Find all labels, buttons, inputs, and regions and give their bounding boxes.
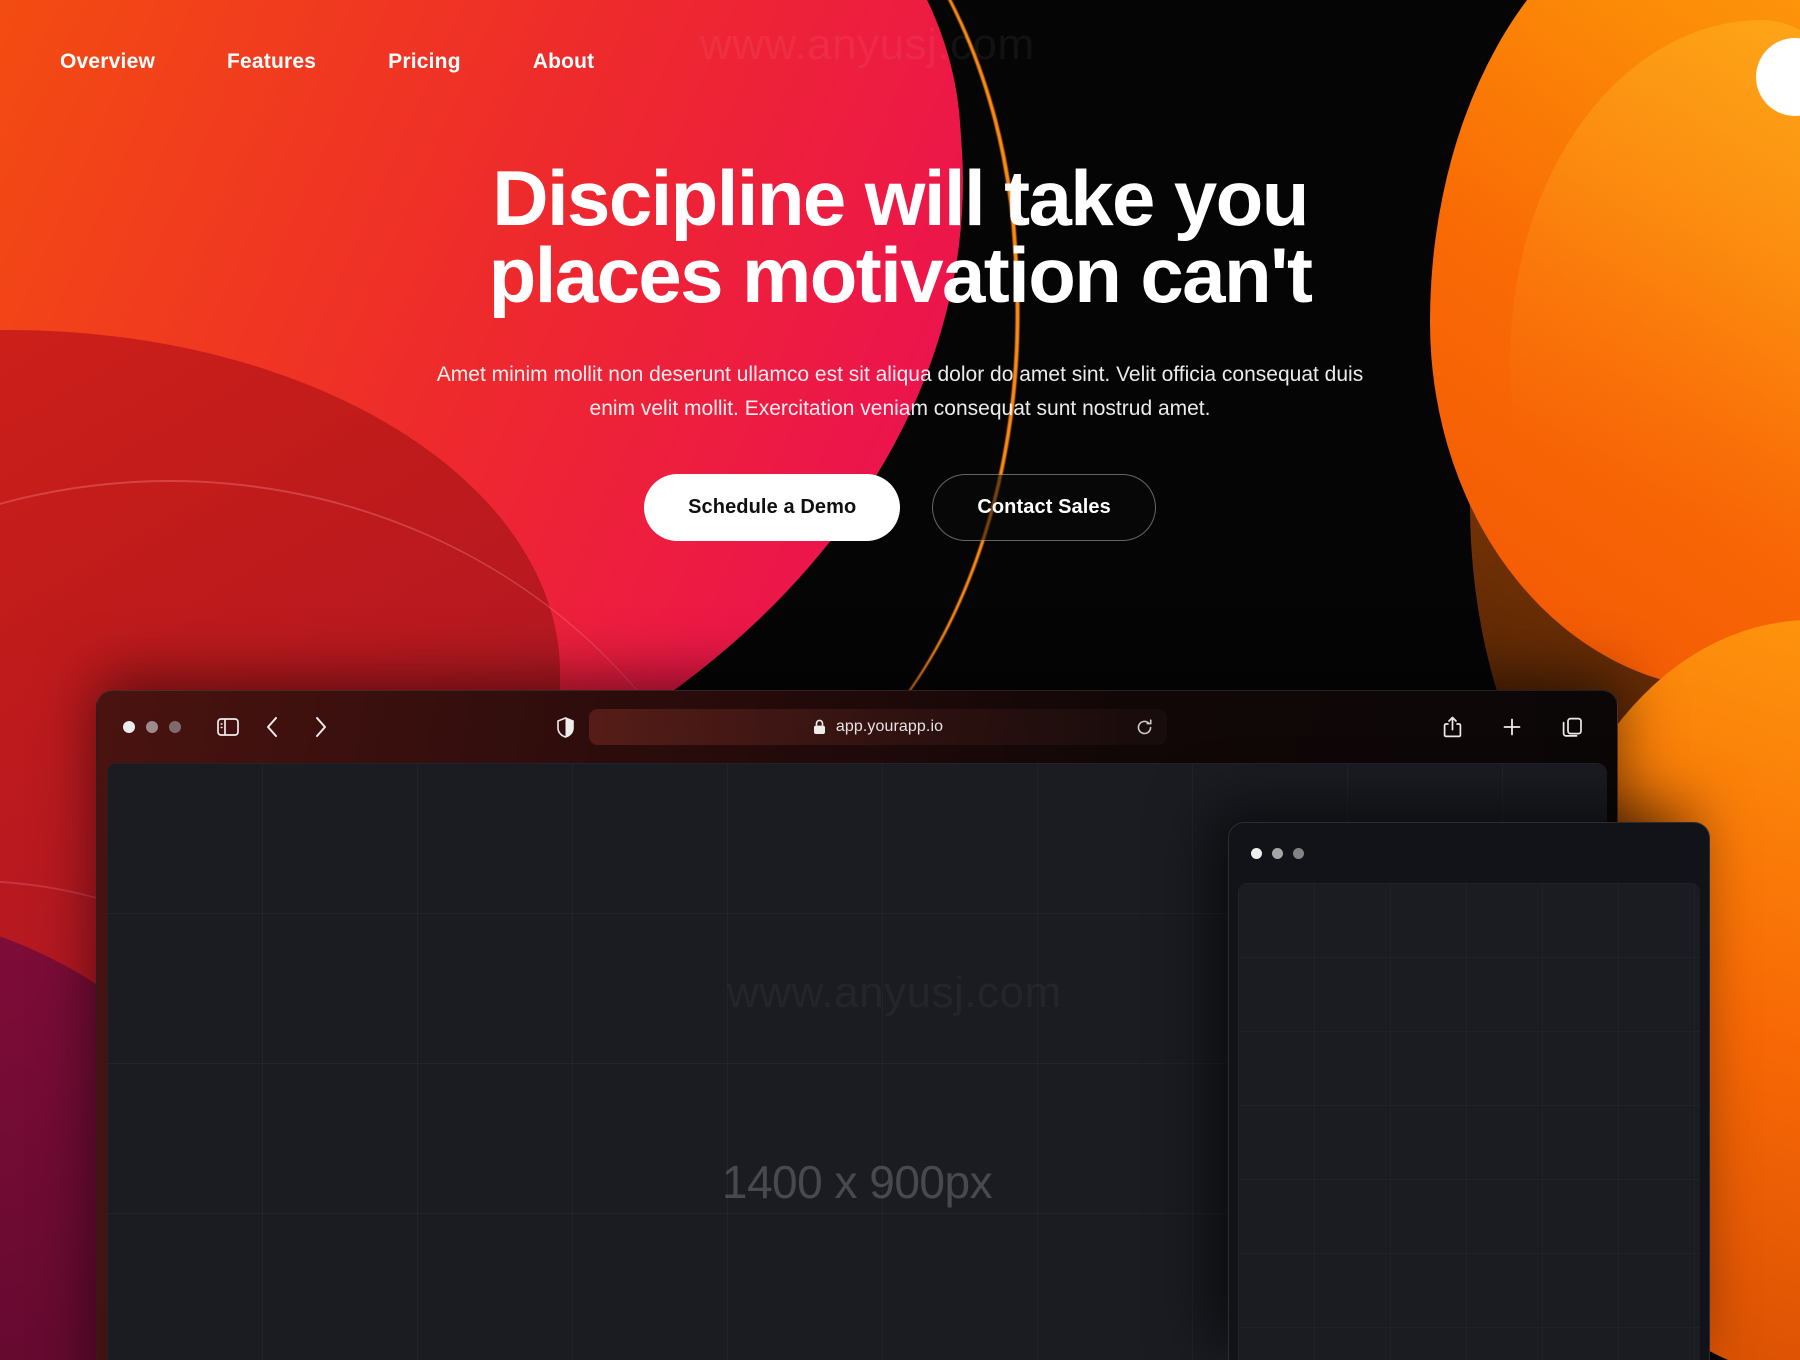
page-root: www.anyusj.com Overview Features Pricing…	[0, 0, 1800, 1360]
secondary-viewport-grid	[1238, 883, 1700, 1360]
close-window-icon[interactable]	[123, 721, 135, 733]
browser-nav-arrows	[259, 714, 333, 740]
chevron-left-icon[interactable]	[259, 714, 285, 740]
secondary-minimize-window-icon[interactable]	[1272, 847, 1283, 859]
plus-icon[interactable]	[1499, 714, 1525, 740]
nav-item-about[interactable]: About	[533, 50, 595, 74]
chevron-right-icon[interactable]	[307, 714, 333, 740]
shield-icon[interactable]	[552, 714, 578, 740]
secondary-close-window-icon[interactable]	[1251, 847, 1262, 859]
address-bar-url: app.yourapp.io	[835, 718, 944, 735]
hero-headline: Discipline will take you places motivati…	[400, 159, 1400, 314]
reload-icon[interactable]	[1135, 718, 1153, 736]
browser-toolbar: app.yourapp.io	[97, 691, 1617, 763]
hero-headline-line-1: Discipline will take you	[492, 154, 1309, 242]
minimize-window-icon[interactable]	[146, 721, 158, 733]
nav-item-overview[interactable]: Overview	[60, 50, 155, 74]
maximize-window-icon[interactable]	[169, 721, 181, 733]
background-dot-white	[1756, 38, 1800, 116]
nav-item-pricing[interactable]: Pricing	[388, 50, 461, 74]
secondary-viewport: 2532 x 1170px	[1238, 883, 1700, 1360]
schedule-demo-button[interactable]: Schedule a Demo	[644, 474, 901, 542]
contact-sales-button[interactable]: Contact Sales	[932, 474, 1156, 542]
browser-toolbar-actions	[1439, 714, 1585, 740]
secondary-maximize-window-icon[interactable]	[1293, 847, 1304, 859]
sidebar-toggle-icon[interactable]	[215, 714, 241, 740]
share-icon[interactable]	[1439, 714, 1465, 740]
nav-item-features[interactable]: Features	[227, 50, 316, 74]
lock-icon	[813, 719, 827, 735]
address-bar[interactable]: app.yourapp.io	[589, 709, 1167, 745]
hero-headline-line-2: places motivation can't	[488, 231, 1313, 320]
secondary-viewport-size-label: 2532 x 1170px	[1238, 1355, 1700, 1360]
watermark-top: www.anyusj.com	[700, 20, 1035, 69]
hero-section: Discipline will take you places motivati…	[0, 159, 1800, 542]
main-navigation: Overview Features Pricing About	[0, 50, 594, 74]
secondary-traffic-lights	[1251, 847, 1304, 859]
tabs-icon[interactable]	[1559, 714, 1585, 740]
browser-mockup-secondary: 2532 x 1170px	[1228, 822, 1710, 1360]
hero-cta-row: Schedule a Demo Contact Sales	[0, 474, 1800, 542]
window-traffic-lights	[123, 721, 181, 733]
hero-subtitle: Amet minim mollit non deserunt ullamco e…	[436, 363, 1364, 421]
secondary-window-toolbar	[1229, 823, 1709, 883]
